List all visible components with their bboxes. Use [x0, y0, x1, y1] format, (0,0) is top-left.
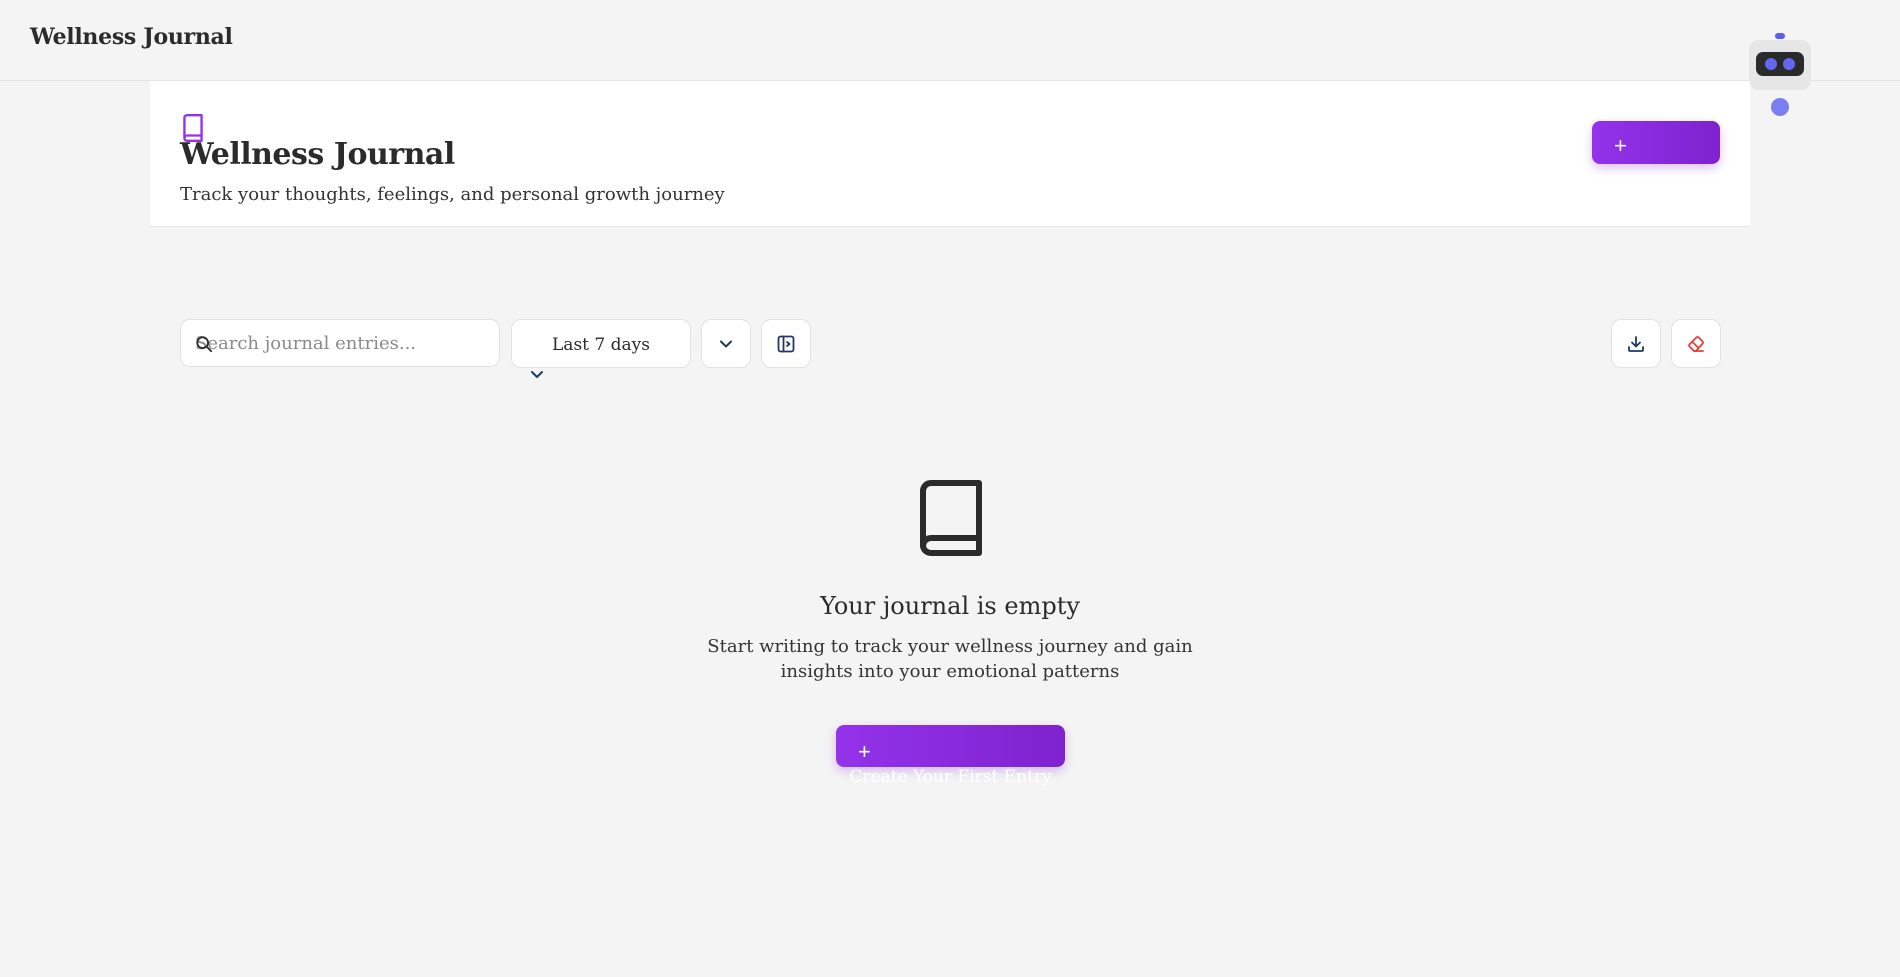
search-box — [180, 319, 500, 367]
plus-icon: + — [858, 739, 871, 764]
empty-state-title: Your journal is empty — [820, 592, 1080, 620]
page-title: Wellness Journal — [180, 137, 455, 172]
create-first-entry-button[interactable]: + — [836, 725, 1065, 767]
assistant-status-dot — [1771, 98, 1789, 116]
robot-eye-left — [1765, 58, 1777, 70]
clear-entries-button[interactable] — [1671, 319, 1721, 368]
date-range-select[interactable]: Last 7 days — [511, 319, 691, 368]
new-entry-button[interactable]: + — [1592, 121, 1720, 164]
assistant-robot-icon[interactable] — [1749, 33, 1811, 90]
robot-face — [1756, 52, 1804, 76]
search-input[interactable] — [195, 320, 485, 366]
empty-state-text: Start writing to track your wellness jou… — [707, 636, 1193, 682]
robot-antenna — [1775, 33, 1785, 39]
toggle-panel-button[interactable] — [761, 319, 811, 368]
brand-title[interactable]: Wellness Journal — [30, 24, 233, 50]
page-subtitle: Track your thoughts, feelings, and perso… — [180, 184, 725, 205]
create-first-entry-label: Create Your First Entry — [849, 767, 1052, 787]
journal-header-card: Wellness Journal Track your thoughts, fe… — [150, 81, 1750, 227]
robot-eye-right — [1783, 58, 1795, 70]
date-range-value: Last 7 days — [552, 335, 650, 355]
book-icon — [920, 480, 982, 556]
panel-toggle-icon — [777, 335, 795, 352]
top-bar: Wellness Journal — [0, 0, 1900, 81]
chevron-down-icon — [531, 371, 543, 378]
eraser-icon — [1688, 335, 1704, 352]
chevron-down-icon — [720, 340, 732, 347]
download-icon — [1628, 335, 1644, 352]
filter-dropdown-button[interactable] — [701, 319, 751, 368]
export-button[interactable] — [1611, 319, 1661, 368]
plus-icon: + — [1614, 133, 1627, 158]
